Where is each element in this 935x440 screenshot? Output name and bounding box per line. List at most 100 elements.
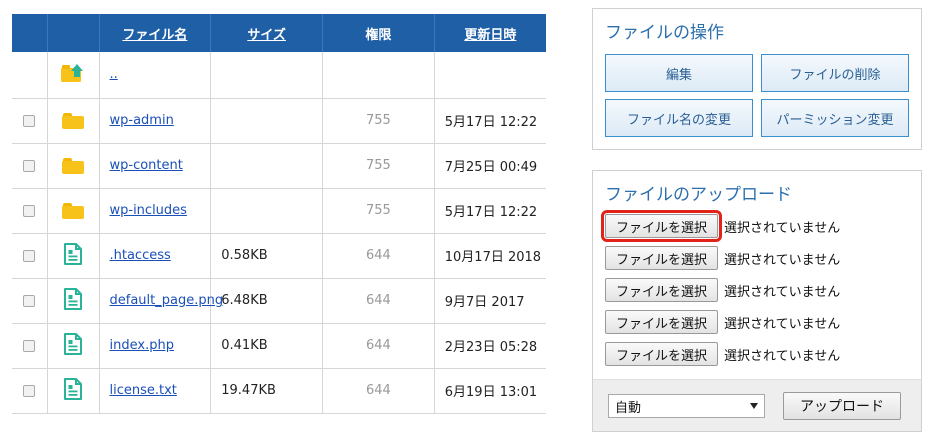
file-name-link[interactable]: wp-content [110, 158, 183, 173]
row-checkbox[interactable] [23, 159, 36, 172]
file-size [210, 188, 323, 234]
row-check-cell [12, 188, 48, 234]
table-row: wp-admin 755 5月17日 12:22 [12, 98, 546, 144]
header-perm: 権限 [322, 14, 435, 52]
file-modified-date: 6月19日 13:01 [434, 368, 546, 414]
upload-slot: ファイルを選択 選択されていません [601, 210, 840, 242]
row-check-cell [12, 233, 48, 279]
upload-slot: ファイルを選択 選択されていません [605, 309, 840, 335]
row-checkbox[interactable] [23, 339, 36, 352]
file-operations-panel: ファイルの操作 編集 ファイルの削除 ファイル名の変更 パーミッション変更 [592, 8, 922, 150]
delete-file-button[interactable]: ファイルの削除 [761, 54, 909, 92]
file-permission: 644 [322, 278, 435, 324]
upload-slot: ファイルを選択 選択されていません [605, 245, 840, 271]
file-size: 0.41KB [210, 323, 323, 369]
sort-by-size-link[interactable]: サイズ [247, 28, 286, 43]
row-icon-cell [47, 278, 100, 324]
row-check-cell [12, 278, 48, 324]
file-modified-date: 2月23日 05:28 [434, 323, 546, 369]
table-row: wp-includes 755 5月17日 12:22 [12, 188, 546, 234]
header-icon [47, 14, 100, 52]
parent-name-cell: .. [99, 52, 212, 99]
upload-mode-value: 自動 [615, 400, 642, 416]
choose-file-button[interactable]: ファイルを選択 [605, 278, 718, 302]
sort-by-date-link[interactable]: 更新日時 [464, 28, 516, 43]
file-permission: 644 [322, 323, 435, 369]
table-header-row: ファイル名 サイズ 権限 更新日時 [12, 14, 546, 52]
no-file-selected-label: 選択されていません [724, 252, 841, 268]
folder-icon [62, 157, 84, 174]
row-checkbox[interactable] [23, 114, 36, 127]
row-icon-cell [47, 188, 100, 234]
row-icon-cell [47, 368, 100, 414]
row-check-cell [12, 323, 48, 369]
file-name-link[interactable]: index.php [110, 338, 174, 353]
parent-dir-link[interactable]: .. [110, 67, 118, 82]
no-file-selected-label: 選択されていません [724, 284, 841, 300]
document-icon [64, 287, 82, 314]
choose-file-button[interactable]: ファイルを選択 [601, 210, 722, 242]
parent-check-cell [12, 52, 48, 99]
file-size: 19.47KB [210, 368, 323, 414]
choose-file-button[interactable]: ファイルを選択 [605, 342, 718, 366]
row-checkbox[interactable] [23, 249, 36, 262]
change-permission-button[interactable]: パーミッション変更 [761, 99, 909, 137]
edit-button[interactable]: 編集 [605, 54, 753, 92]
document-icon [64, 242, 82, 269]
row-name-cell: wp-content [99, 143, 212, 189]
header-perm-label: 権限 [365, 27, 392, 43]
row-checkbox[interactable] [23, 294, 36, 307]
row-checkbox[interactable] [23, 384, 36, 397]
upload-button[interactable]: アップロード [783, 392, 901, 420]
file-modified-date: 5月17日 12:22 [434, 188, 546, 234]
chevron-down-icon [750, 403, 758, 409]
header-date[interactable]: 更新日時 [434, 14, 546, 52]
document-icon [64, 332, 82, 359]
file-name-link[interactable]: license.txt [110, 383, 177, 398]
file-modified-date: 9月7日 2017 [434, 278, 546, 324]
row-name-cell: wp-admin [99, 98, 212, 144]
row-name-cell: index.php [99, 323, 212, 369]
upload-footer: 自動 アップロード [593, 379, 921, 431]
file-operations-title: ファイルの操作 [605, 23, 724, 43]
file-permission: 755 [322, 143, 435, 189]
file-modified-date: 7月25日 00:49 [434, 143, 546, 189]
folder-icon [62, 112, 84, 129]
row-icon-cell [47, 98, 100, 144]
file-permission: 644 [322, 233, 435, 279]
file-modified-date: 10月17日 2018 [434, 233, 546, 279]
parent-perm-cell [322, 52, 435, 99]
row-check-cell [12, 98, 48, 144]
upload-slot: ファイルを選択 選択されていません [605, 277, 840, 303]
table-row: wp-content 755 7月25日 00:49 [12, 143, 546, 189]
file-name-link[interactable]: wp-includes [110, 203, 187, 218]
folder-up-icon[interactable] [59, 61, 87, 89]
file-name-link[interactable]: wp-admin [110, 113, 174, 128]
row-icon-cell [47, 323, 100, 369]
header-size[interactable]: サイズ [210, 14, 323, 52]
header-name[interactable]: ファイル名 [99, 14, 212, 52]
rename-file-button[interactable]: ファイル名の変更 [605, 99, 753, 137]
table-row: default_page.png 6.48KB 644 9月7日 2017 [12, 278, 546, 324]
folder-icon [62, 202, 84, 219]
table-row: .htaccess 0.58KB 644 10月17日 2018 [12, 233, 546, 279]
choose-file-button[interactable]: ファイルを選択 [605, 246, 718, 270]
sort-by-name-link[interactable]: ファイル名 [122, 28, 187, 43]
row-check-cell [12, 368, 48, 414]
row-icon-cell [47, 143, 100, 189]
table-row: license.txt 19.47KB 644 6月19日 13:01 [12, 368, 546, 414]
file-upload-panel: ファイルのアップロード ファイルを選択 選択されていません ファイルを選択 選択されて… [592, 170, 922, 432]
file-table: ファイル名 サイズ 権限 更新日時 .. wp-admin 755 5月17日 … [12, 14, 546, 414]
file-name-link[interactable]: .htaccess [110, 248, 171, 263]
upload-slot: ファイルを選択 選択されていません [605, 341, 840, 367]
file-modified-date: 5月17日 12:22 [434, 98, 546, 144]
row-icon-cell [47, 233, 100, 279]
upload-mode-select[interactable]: 自動 [608, 394, 765, 418]
parent-icon-cell [47, 52, 100, 99]
choose-file-button[interactable]: ファイルを選択 [605, 310, 718, 334]
row-checkbox[interactable] [23, 204, 36, 217]
parent-dir-row: .. [12, 52, 546, 99]
header-check [12, 14, 48, 52]
file-name-link[interactable]: default_page.png [110, 293, 224, 308]
file-size: 0.58KB [210, 233, 323, 279]
